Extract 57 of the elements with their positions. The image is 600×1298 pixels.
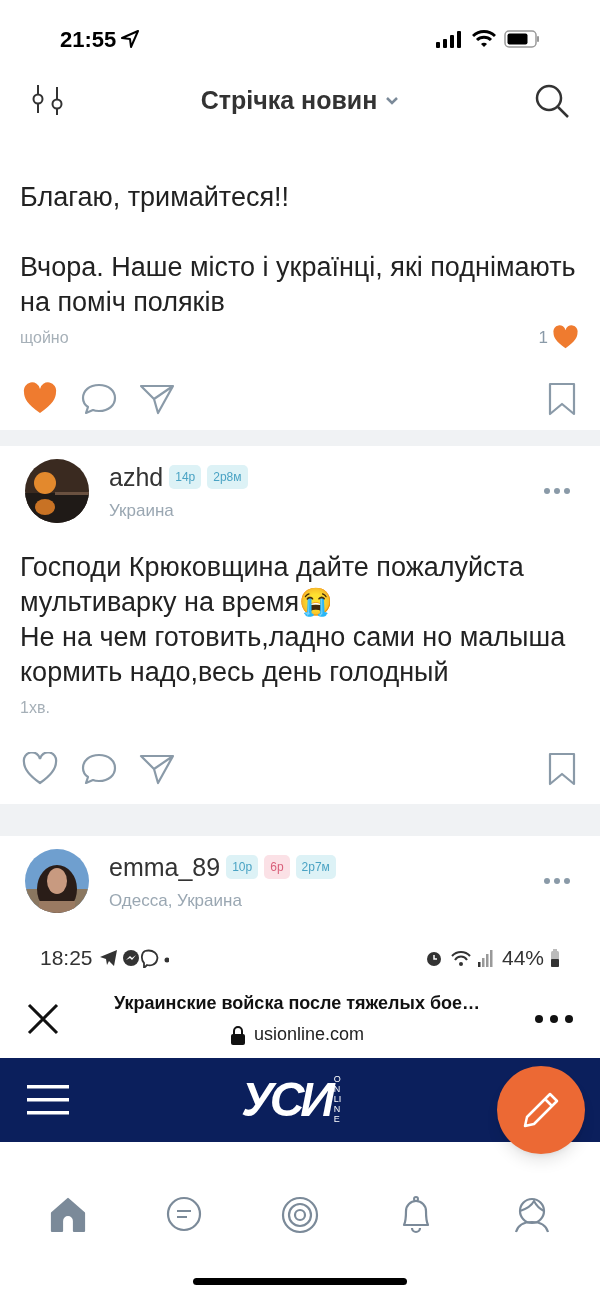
paper-plane-icon (138, 382, 176, 416)
like-button[interactable] (22, 752, 60, 786)
url-text: usionline.com (253, 1023, 365, 1046)
comment-button[interactable] (80, 752, 118, 786)
menu-button[interactable] (26, 1082, 70, 1118)
age-badge: 2р7м (295, 855, 336, 880)
more-button[interactable] (534, 1014, 574, 1024)
more-icon (543, 487, 571, 495)
bookmark-icon (546, 752, 578, 786)
bookmark-button[interactable] (546, 752, 578, 786)
alarm-wifi-signal-icons-drawing (425, 948, 496, 968)
logo-subtitle: ONLINE (333, 1075, 343, 1125)
age-badge: 6р (264, 855, 290, 880)
search-icon (534, 83, 570, 119)
battery-icon (504, 30, 540, 48)
menu-icon (26, 1082, 70, 1118)
chevron-down-icon (385, 96, 400, 106)
location-arrow-icon (120, 29, 141, 49)
comment-button[interactable] (80, 382, 118, 416)
wifi-icon (472, 30, 496, 48)
battery-icon (550, 949, 560, 967)
site-logo: УСИ (241, 1076, 331, 1124)
close-icon (26, 1002, 60, 1036)
battery-percent: 44% (501, 945, 544, 972)
bookmark-button[interactable] (546, 382, 578, 416)
notification-icons-drawing (98, 948, 169, 968)
speech-bubble-icon (80, 752, 118, 786)
location-text: Украина (109, 500, 175, 522)
post-text: Господи Крюковщина дайте пожалуйста мультиварку на время😭 Не на чем готовить,ладно сами но малыша кормить надо,весь день голодный (20, 551, 567, 689)
more-icon (543, 877, 571, 885)
post-time: щойно (20, 328, 69, 348)
age-badge: 14р (169, 465, 202, 490)
pencil-icon (522, 1091, 560, 1129)
age-badge: 10р (226, 855, 259, 880)
heart-icon (22, 752, 60, 786)
post-text: Вчора. Наше місто і українці, які поднімають на поміч поляків (20, 251, 577, 319)
heart-icon (552, 325, 580, 351)
lock-icon (229, 1024, 246, 1045)
share-button[interactable] (138, 382, 176, 416)
author-name[interactable]: azhd (109, 458, 164, 496)
signal-icon (436, 30, 464, 48)
author-name[interactable]: emma_89 (109, 848, 221, 886)
speech-bubble-icon (80, 382, 118, 416)
feed-title-dropdown[interactable]: Стрічка новин (200, 82, 400, 120)
page-title: Украинские войска после тяжелых бое… (113, 992, 481, 1015)
bookmark-icon (546, 382, 578, 416)
more-icon (534, 1014, 574, 1024)
clock-time: 18:25 (40, 945, 93, 972)
clock-time: 21:55 (60, 25, 117, 54)
share-button[interactable] (138, 752, 176, 786)
close-button[interactable] (26, 1002, 60, 1036)
post-time: 1хв. (20, 698, 50, 718)
age-badge: 2р8м (207, 465, 248, 490)
paper-plane-icon (138, 752, 176, 786)
post-text: Благаю, тримайтеся!! (20, 181, 291, 214)
location-text: Одесса, Украина (109, 890, 243, 912)
like-count: 1 (538, 327, 548, 350)
